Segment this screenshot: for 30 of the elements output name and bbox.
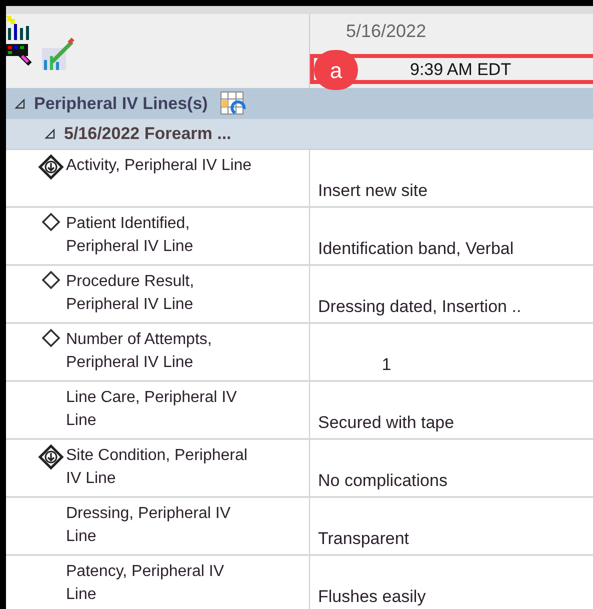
row-label: Dressing, Peripheral IV Line — [66, 504, 232, 547]
row-label: Activity, Peripheral IV Line — [66, 156, 252, 176]
diamond-icon — [41, 270, 61, 290]
section-header[interactable]: Peripheral IV Lines(s) — [6, 88, 593, 119]
row-value[interactable]: Secured with tape — [318, 411, 454, 434]
row-label: Patency, Peripheral IV Line — [66, 562, 226, 605]
row-value[interactable]: Dressing dated, Insertion .. — [318, 295, 522, 318]
grid-refresh-icon[interactable] — [220, 90, 246, 116]
required-diamond-icon — [38, 154, 64, 180]
column-date: 5/16/2022 — [346, 22, 426, 40]
row-label: Number of Attempts, Peripheral IV Line — [66, 330, 213, 373]
subsection-header[interactable]: 5/16/2022 Forearm ... — [6, 119, 593, 150]
subsection-title: 5/16/2022 Forearm ... — [64, 123, 232, 146]
diamond-icon — [41, 328, 61, 348]
row-label: Site Condition, Peripheral IV Line — [66, 446, 248, 489]
row-value[interactable]: 1 — [382, 353, 392, 376]
callout-badge: a — [314, 50, 358, 90]
row-label: Procedure Result, Peripheral IV Line — [66, 272, 196, 315]
required-diamond-icon — [38, 444, 64, 470]
section-title: Peripheral IV Lines(s) — [34, 92, 208, 115]
collapse-triangle-icon[interactable] — [44, 128, 56, 140]
collapse-triangle-icon[interactable] — [14, 98, 26, 110]
row-value[interactable]: Transparent — [318, 527, 410, 550]
row-value[interactable]: Insert new site — [318, 179, 428, 202]
row-label: Patient Identified, Peripheral IV Line — [66, 214, 194, 257]
row-value[interactable]: Identification band, Verbal — [318, 237, 514, 260]
row-value[interactable]: Flushes easily — [318, 585, 426, 608]
diamond-icon — [41, 212, 61, 232]
row-value[interactable]: No complications — [318, 469, 448, 492]
row-label: Line Care, Peripheral IV Line — [66, 388, 238, 431]
